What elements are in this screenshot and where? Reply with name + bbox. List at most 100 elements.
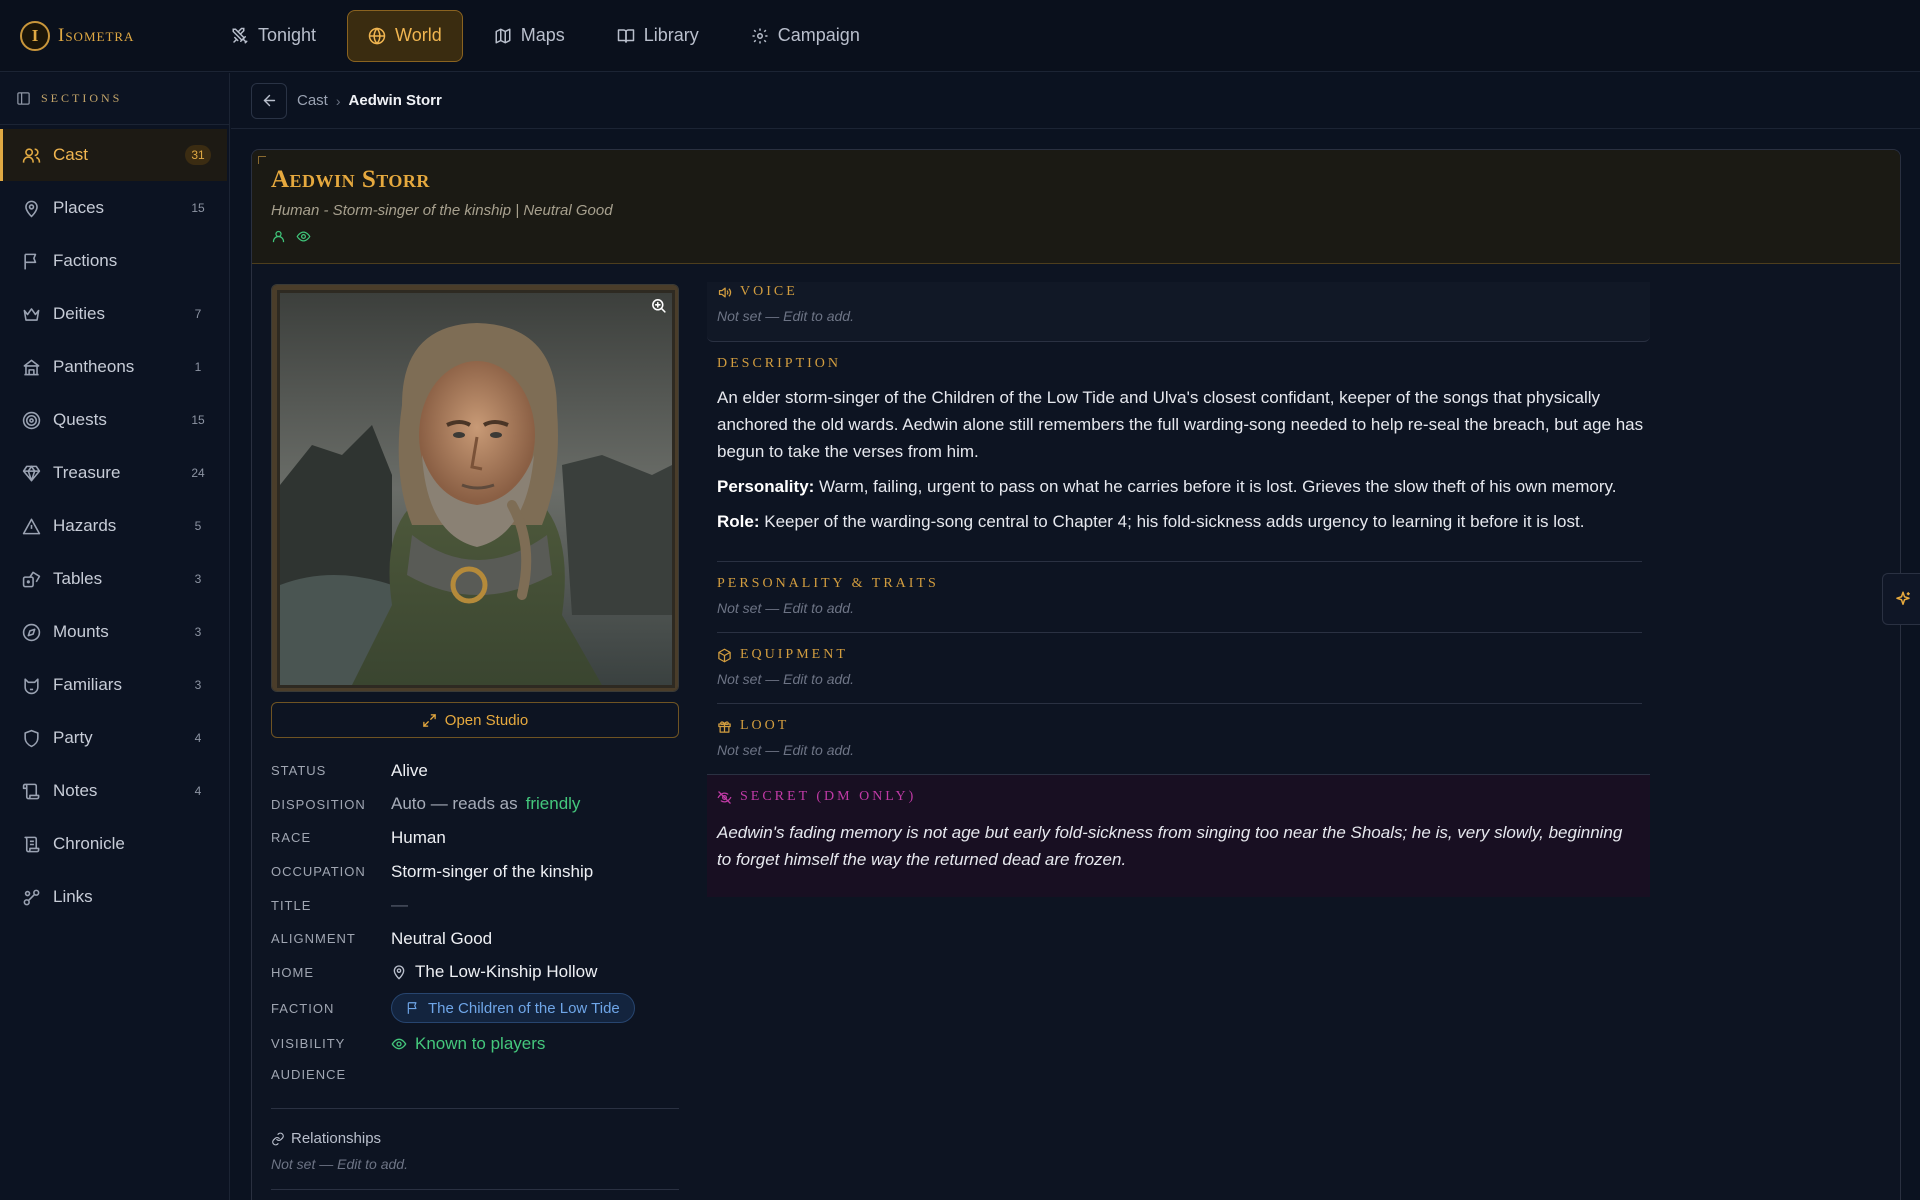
disposition-prefix: Auto — reads as <box>391 794 518 814</box>
open-studio-label: Open Studio <box>444 711 529 729</box>
sidebar-item-label: Notes <box>53 781 98 800</box>
faction-chip[interactable]: The Children of the Low Tide <box>391 993 635 1024</box>
role-label: Role: <box>717 512 760 531</box>
sidebar-item-treasure[interactable]: Treasure 24 <box>0 447 227 499</box>
zoom-button[interactable] <box>646 293 670 317</box>
sidebar-item-label: Cast <box>53 145 88 164</box>
description-text: An elder storm-singer of the Children of… <box>717 388 1644 461</box>
map-pin-icon <box>393 965 405 980</box>
relationships-title: Relationships <box>291 1130 382 1147</box>
home-value: The Low-Kinship Hollow <box>415 962 598 982</box>
sidebar-item-party[interactable]: Party 4 <box>0 712 227 764</box>
sidebar-item-label: Factions <box>53 251 118 270</box>
ai-assist-button[interactable] <box>1882 573 1920 625</box>
map-icon <box>495 28 511 43</box>
role-paragraph: Role: Keeper of the warding-song central… <box>717 508 1647 535</box>
sidebar-item-label: Deities <box>53 304 105 323</box>
sidebar-item-factions[interactable]: Factions <box>0 235 227 287</box>
sidebar-item-label: Treasure <box>53 463 121 482</box>
sidebar-item-count: 5 <box>194 519 202 533</box>
character-header: Aedwin Storr Human - Storm-singer of the… <box>252 150 1900 264</box>
sidebar-item-count: 31 <box>185 145 211 165</box>
sidebar-item-count: 7 <box>194 307 202 321</box>
equipment-empty: Not set — Edit to add. <box>717 671 854 687</box>
field-title: TITLE — <box>271 888 679 922</box>
traits-title: PERSONALITY & TRAITS <box>717 576 939 591</box>
nav-maps[interactable]: Maps <box>473 10 586 62</box>
voice-section[interactable]: VOICE Not set — Edit to add. <box>707 282 1650 342</box>
sidebar-item-deities[interactable]: Deities 7 <box>0 288 227 340</box>
breadcrumb-parent[interactable]: Cast <box>297 92 328 109</box>
equipment-title: EQUIPMENT <box>740 647 848 662</box>
personality-text: Warm, failing, urgent to pass on what he… <box>819 477 1617 496</box>
sidebar-item-pantheons[interactable]: Pantheons 1 <box>0 341 227 393</box>
nav-campaign[interactable]: Campaign <box>730 10 881 62</box>
field-value: Storm-singer of the kinship <box>391 861 594 881</box>
sparkle-icon <box>1895 591 1910 605</box>
field-value: Human <box>391 827 446 847</box>
flag-icon <box>407 1002 417 1014</box>
sidebar-item-count <box>185 834 211 854</box>
sidebar-item-count: 24 <box>191 466 205 480</box>
person-icon <box>272 230 285 243</box>
traits-section[interactable]: PERSONALITY & TRAITS Not set — Edit to a… <box>717 561 1642 632</box>
field-label: HOME <box>271 964 314 980</box>
eye-off-icon <box>717 790 732 804</box>
sidebar-item-notes[interactable]: Notes 4 <box>0 765 227 817</box>
sidebar-item-hazards[interactable]: Hazards 5 <box>0 500 227 552</box>
field-faction: FACTION The Children of the Low Tide <box>271 989 679 1027</box>
sidebar-item-count: 3 <box>194 678 202 692</box>
app-logo[interactable]: I Isometra <box>20 20 182 51</box>
equipment-section[interactable]: EQUIPMENT Not set — Edit to add. <box>717 632 1642 703</box>
nav-world[interactable]: World <box>347 9 463 62</box>
gear-icon <box>752 28 768 43</box>
box-icon <box>718 648 731 662</box>
nav-library[interactable]: Library <box>596 10 720 62</box>
sidebar-toggle-icon <box>17 92 30 105</box>
sidebar-item-label: Places <box>53 198 105 217</box>
page-title: Aedwin Storr <box>271 166 430 193</box>
temple-icon <box>23 359 40 375</box>
sidebar-item-links[interactable]: Links <box>0 871 227 923</box>
home-link[interactable]: The Low-Kinship Hollow <box>391 962 597 982</box>
character-portrait[interactable] <box>271 284 679 692</box>
disposition-value: friendly <box>525 794 581 814</box>
cat-icon <box>24 677 39 694</box>
sidebar-item-quests[interactable]: Quests 15 <box>0 394 227 446</box>
sidebar-item-label: Links <box>53 887 93 906</box>
sidebar-item-mounts[interactable]: Mounts 3 <box>0 606 227 658</box>
section-title: SECRET (DM ONLY) <box>717 789 1640 805</box>
sidebar-item-places[interactable]: Places 15 <box>0 182 227 234</box>
field-label: AUDIENCE <box>271 1067 347 1083</box>
sidebar-item-count: 3 <box>194 572 202 586</box>
open-studio-button[interactable]: Open Studio <box>271 702 679 738</box>
sidebar-item-tables[interactable]: Tables 3 <box>0 553 227 605</box>
secret-text: Aedwin's fading memory is not age but ea… <box>717 823 1623 869</box>
field-home: HOME The Low-Kinship Hollow <box>271 956 679 990</box>
loot-section[interactable]: LOOT Not set — Edit to add. <box>717 703 1642 774</box>
back-button[interactable] <box>251 82 287 119</box>
chronicle-scroll-icon <box>24 836 40 852</box>
scroll-icon <box>22 783 40 799</box>
globe-icon <box>368 26 386 45</box>
sidebar-item-cast[interactable]: Cast 31 <box>0 129 227 181</box>
field-value: Auto — reads as friendly <box>391 794 580 814</box>
field-alignment: ALIGNMENT Neutral Good <box>271 922 679 956</box>
sidebar-item-familiars[interactable]: Familiars 3 <box>0 659 227 711</box>
sidebar-item-chronicle[interactable]: Chronicle <box>0 818 227 870</box>
sidebar-header[interactable]: SECTIONS <box>0 73 229 125</box>
sidebar-item-count <box>185 887 211 907</box>
gift-icon <box>718 720 731 733</box>
nav-label: Tonight <box>258 25 317 45</box>
sidebar-item-label: Quests <box>53 410 107 429</box>
crown-icon <box>23 307 40 321</box>
compass-icon <box>22 623 41 641</box>
target-icon <box>22 411 41 429</box>
gem-icon <box>22 465 41 481</box>
visibility-text: Known to players <box>415 1033 546 1053</box>
nav-tonight[interactable]: Tonight <box>210 10 337 62</box>
book-icon <box>617 28 634 43</box>
secret-title: SECRET (DM ONLY) <box>740 789 917 804</box>
character-subtitle: Human - Storm-singer of the kinship | Ne… <box>271 202 613 219</box>
secret-section[interactable]: SECRET (DM ONLY) Aedwin's fading memory … <box>707 774 1650 897</box>
